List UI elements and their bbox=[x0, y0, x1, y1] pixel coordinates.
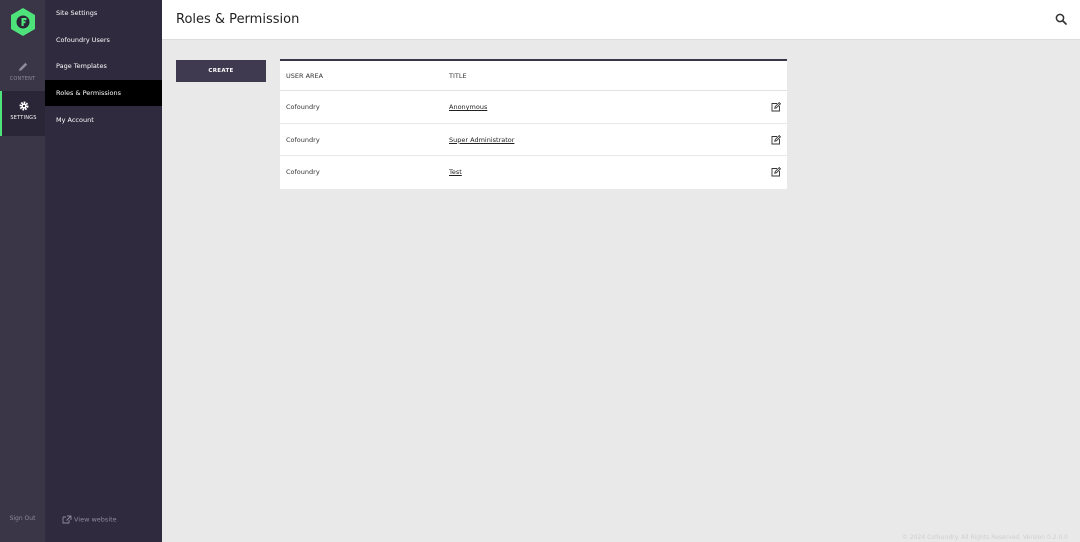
roles-table: USER AREA TITLE Cofoundry Anonymous Cofo… bbox=[280, 59, 787, 189]
table-row: Cofoundry Anonymous bbox=[280, 91, 787, 124]
external-link-icon bbox=[62, 515, 72, 524]
icon-rail: CONTENT SETTINGS Sign Out bbox=[0, 0, 45, 542]
settings-menu: Site Settings Cofoundry Users Page Templ… bbox=[45, 0, 162, 542]
rail-item-label: CONTENT bbox=[9, 76, 36, 82]
column-header-title: TITLE bbox=[449, 72, 467, 80]
menu-item-my-account[interactable]: My Account bbox=[45, 107, 162, 133]
footer-copyright: © 2024 Cofoundry. All Rights Reserved. V… bbox=[902, 534, 1068, 541]
edit-icon[interactable] bbox=[771, 134, 781, 145]
table-header-row: USER AREA TITLE bbox=[280, 61, 787, 91]
table-row: Cofoundry Test bbox=[280, 156, 787, 189]
column-header-user-area: USER AREA bbox=[286, 72, 324, 80]
role-title-link[interactable]: Super Administrator bbox=[449, 136, 514, 144]
edit-icon[interactable] bbox=[771, 167, 781, 177]
gear-icon bbox=[18, 101, 29, 111]
menu-item-cofoundry-users[interactable]: Cofoundry Users bbox=[45, 27, 162, 53]
role-title-link[interactable]: Test bbox=[449, 168, 462, 176]
user-area-cell: Cofoundry bbox=[286, 135, 320, 144]
create-button[interactable]: CREATE bbox=[176, 60, 266, 82]
table-row: Cofoundry Super Administrator bbox=[280, 124, 787, 156]
view-website-link[interactable]: View website bbox=[62, 515, 117, 524]
menu-item-roles-permissions[interactable]: Roles & Permissions bbox=[45, 80, 162, 106]
rail-item-settings[interactable]: SETTINGS bbox=[0, 91, 45, 136]
role-title-link[interactable]: Anonymous bbox=[449, 103, 487, 111]
rail-item-label: SETTINGS bbox=[10, 115, 37, 121]
menu-item-site-settings[interactable]: Site Settings bbox=[45, 0, 162, 26]
edit-icon[interactable] bbox=[771, 102, 781, 112]
view-website-label: View website bbox=[74, 515, 117, 524]
menu-item-page-templates[interactable]: Page Templates bbox=[45, 53, 162, 79]
search-icon[interactable] bbox=[1055, 13, 1067, 25]
sign-out-link[interactable]: Sign Out bbox=[0, 515, 45, 522]
page-header: Roles & Permission bbox=[162, 0, 1080, 40]
user-area-cell: Cofoundry bbox=[286, 103, 320, 111]
page-title: Roles & Permission bbox=[176, 12, 300, 27]
cofoundry-logo-icon[interactable] bbox=[10, 8, 36, 36]
user-area-cell: Cofoundry bbox=[286, 168, 320, 176]
pencil-icon bbox=[18, 62, 27, 71]
